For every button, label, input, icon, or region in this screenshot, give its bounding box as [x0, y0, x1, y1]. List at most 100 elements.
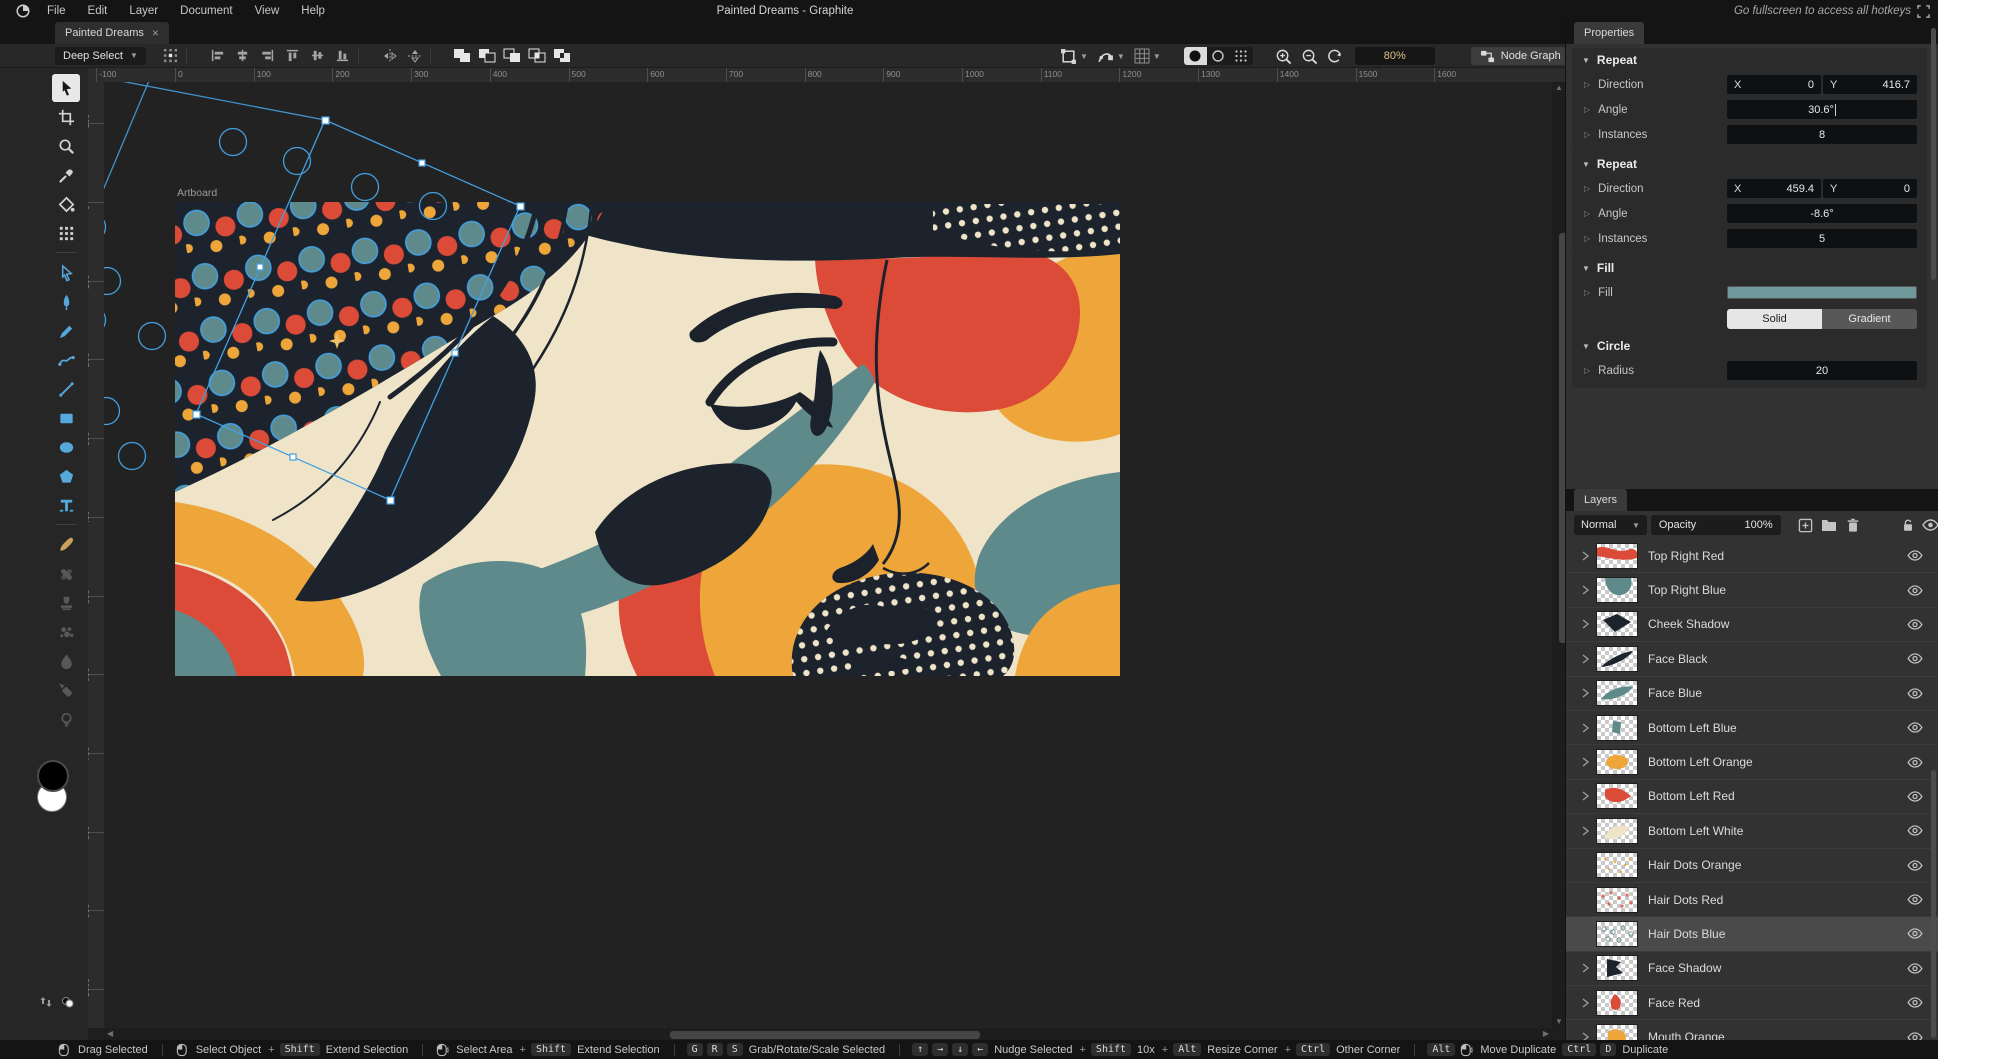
layer-name[interactable]: Top Right Red: [1648, 549, 1724, 563]
fill-tool[interactable]: [52, 190, 80, 218]
select-tool[interactable]: [52, 74, 80, 102]
brush-tool[interactable]: [52, 531, 80, 559]
tab-layers[interactable]: Layers: [1574, 489, 1627, 511]
clone-tool[interactable]: [52, 589, 80, 617]
canvas-horizontal-scrollbar[interactable]: ◀ ▶: [104, 1028, 1552, 1040]
layer-name[interactable]: Bottom Left Red: [1648, 789, 1735, 803]
line-tool[interactable]: [52, 375, 80, 403]
tab-painted-dreams[interactable]: Painted Dreams ×: [55, 22, 169, 44]
layer-thumbnail[interactable]: [1596, 680, 1638, 706]
align-vertical-center-icon[interactable]: [309, 47, 327, 65]
layer-row-hair-dots-blue[interactable]: Hair Dots Blue: [1566, 917, 1938, 951]
boolean-subtract-back-icon[interactable]: [503, 47, 521, 65]
layer-thumbnail[interactable]: [1596, 543, 1638, 569]
row-expand-icon[interactable]: ▷: [1584, 130, 1590, 139]
radius-field[interactable]: 20: [1727, 361, 1917, 380]
swap-colors-icon[interactable]: [40, 996, 52, 1008]
align-top-icon[interactable]: [284, 47, 302, 65]
view-mode-outline-button[interactable]: [1207, 47, 1230, 65]
zoom-level-field[interactable]: 80%: [1355, 47, 1435, 65]
freehand-tool[interactable]: [52, 317, 80, 345]
fill-color-swatch[interactable]: [1727, 286, 1917, 299]
horizontal-scroll-thumb[interactable]: [669, 1030, 981, 1040]
angle-field[interactable]: -8.6°: [1727, 204, 1917, 223]
relight-tool[interactable]: [52, 676, 80, 704]
zoom-out-icon[interactable]: [1301, 47, 1319, 65]
layer-name[interactable]: Face Blue: [1648, 686, 1702, 700]
layer-name[interactable]: Cheek Shadow: [1648, 617, 1729, 631]
eyedropper-tool[interactable]: [52, 161, 80, 189]
layer-name[interactable]: Hair Dots Red: [1648, 893, 1723, 907]
grid-overlay-dropdown[interactable]: ▼: [1134, 48, 1161, 64]
zoom-reset-icon[interactable]: [1327, 47, 1345, 65]
layer-thumbnail[interactable]: [1596, 990, 1638, 1016]
path-tool[interactable]: [52, 259, 80, 287]
menu-edit[interactable]: Edit: [77, 0, 119, 22]
layer-visibility-icon[interactable]: [1907, 825, 1923, 836]
layer-expand-icon[interactable]: [1578, 551, 1592, 561]
menu-layer[interactable]: Layer: [118, 0, 169, 22]
boolean-difference-icon[interactable]: [553, 47, 571, 65]
patch-tool[interactable]: [52, 618, 80, 646]
layer-expand-icon[interactable]: [1578, 619, 1592, 629]
layer-row-bottom-left-red[interactable]: Bottom Left Red: [1566, 780, 1938, 814]
row-expand-icon[interactable]: ▷: [1584, 288, 1590, 297]
layer-name[interactable]: Face Black: [1648, 652, 1707, 666]
align-left-icon[interactable]: [209, 47, 227, 65]
snapping-geometry-dropdown[interactable]: ▼: [1097, 48, 1125, 65]
menu-view[interactable]: View: [244, 0, 291, 22]
navigate-tool[interactable]: [52, 132, 80, 160]
layer-visibility-icon[interactable]: [1907, 688, 1923, 699]
new-folder-icon[interactable]: [1820, 516, 1838, 534]
layer-expand-icon[interactable]: [1578, 963, 1592, 973]
canvas-vertical-scrollbar[interactable]: ▲ ▼: [1552, 82, 1565, 1028]
layer-row-bottom-left-blue[interactable]: Bottom Left Blue: [1566, 711, 1938, 745]
canvas-viewport[interactable]: Artboard: [104, 82, 1552, 1028]
tab-close-icon[interactable]: ×: [152, 26, 159, 40]
layer-thumbnail[interactable]: [1596, 715, 1638, 741]
rectangle-tool[interactable]: [52, 404, 80, 432]
scroll-right-icon[interactable]: ▶: [1543, 1028, 1549, 1040]
layer-visibility-icon[interactable]: [1907, 860, 1923, 871]
snapping-bounds-dropdown[interactable]: ▼: [1060, 48, 1088, 65]
layer-thumbnail[interactable]: [1596, 1024, 1638, 1040]
layer-thumbnail[interactable]: [1596, 818, 1638, 844]
menu-file[interactable]: File: [36, 0, 77, 22]
direction-y-field[interactable]: Y0: [1823, 179, 1917, 198]
flip-horizontal-icon[interactable]: [381, 47, 399, 65]
layer-visibility-icon[interactable]: [1907, 894, 1923, 905]
view-mode-normal-button[interactable]: [1184, 47, 1207, 65]
instances-field[interactable]: 8: [1727, 125, 1917, 144]
layer-visibility-icon[interactable]: [1907, 1032, 1923, 1040]
artboard[interactable]: [175, 202, 1120, 676]
pen-tool[interactable]: [52, 288, 80, 316]
row-expand-icon[interactable]: ▷: [1584, 80, 1590, 89]
layer-row-face-black[interactable]: Face Black: [1566, 642, 1938, 676]
section-header[interactable]: ▼Repeat: [1572, 48, 1927, 72]
align-horizontal-center-icon[interactable]: [234, 47, 252, 65]
layer-thumbnail[interactable]: [1596, 852, 1638, 878]
text-tool[interactable]: [52, 491, 80, 519]
layers-scrollbar[interactable]: [1931, 770, 1936, 1038]
scroll-left-icon[interactable]: ◀: [107, 1028, 113, 1040]
layer-visibility-icon[interactable]: [1907, 928, 1923, 939]
spline-tool[interactable]: [52, 346, 80, 374]
align-right-icon[interactable]: [259, 47, 277, 65]
blur-tool[interactable]: [52, 647, 80, 675]
opacity-field[interactable]: Opacity100%: [1651, 515, 1781, 535]
layer-row-top-right-blue[interactable]: Top Right Blue: [1566, 573, 1938, 607]
ruler-horizontal[interactable]: -100010020030040050060070080090010001100…: [88, 68, 1565, 82]
boolean-union-icon[interactable]: [453, 47, 471, 65]
layer-row-bottom-left-orange[interactable]: Bottom Left Orange: [1566, 745, 1938, 779]
layer-thumbnail[interactable]: [1596, 646, 1638, 672]
menu-help[interactable]: Help: [290, 0, 336, 22]
angle-field[interactable]: 30.6°: [1727, 100, 1917, 119]
artboard-tool[interactable]: [52, 103, 80, 131]
instances-field[interactable]: 5: [1727, 229, 1917, 248]
layer-thumbnail[interactable]: [1596, 887, 1638, 913]
row-expand-icon[interactable]: ▷: [1584, 105, 1590, 114]
layer-row-face-red[interactable]: Face Red: [1566, 986, 1938, 1020]
layer-thumbnail[interactable]: [1596, 749, 1638, 775]
layer-thumbnail[interactable]: [1596, 955, 1638, 981]
layer-thumbnail[interactable]: [1596, 921, 1638, 947]
